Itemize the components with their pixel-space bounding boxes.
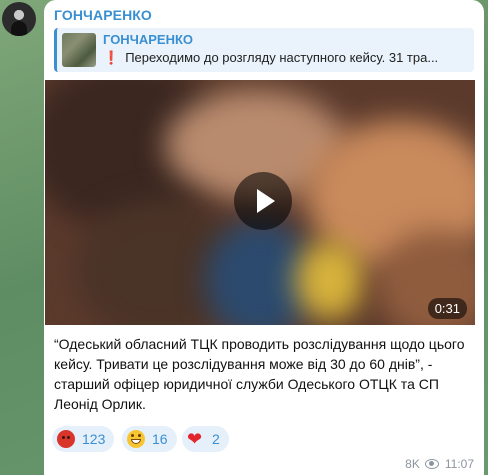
exclamation-icon: ❗ [103,50,120,65]
reaction-count: 2 [212,431,220,447]
reply-quote[interactable]: ГОНЧАРЕНКО ❗ Переходимо до розгляду насту… [54,28,474,72]
sender-name[interactable]: ГОНЧАРЕНКО [54,7,152,23]
message-bubble: ГОНЧАРЕНКО ГОНЧАРЕНКО ❗ Переходимо до роз… [44,0,484,475]
reaction-count: 123 [82,431,106,447]
play-icon[interactable] [234,172,292,230]
video-frame [295,240,365,320]
eye-icon [424,459,439,469]
video-player[interactable]: 0:31 [45,80,475,325]
chat-background: ГОНЧАРЕНКО ГОНЧАРЕНКО ❗ Переходимо до роз… [0,0,488,475]
view-count: 8K [405,457,420,471]
reply-preview-text: Переходимо до розгляду наступного кейсу.… [125,50,439,65]
channel-avatar[interactable] [2,2,36,36]
reaction-count: 16 [152,431,168,447]
reaction-grinning[interactable]: 16 [122,426,177,452]
angry-face-icon [57,430,75,448]
reply-thumbnail [62,33,96,67]
reaction-heart[interactable]: 2 [182,426,229,452]
red-heart-icon [187,429,205,449]
reply-title: ГОНЧАРЕНКО [103,32,193,47]
message-text: “Одеський обласний ТЦК проводить розслід… [54,336,465,412]
video-duration: 0:31 [427,298,467,319]
grinning-face-icon [127,430,145,448]
reply-preview: ❗ Переходимо до розгляду наступного кейсу… [103,50,473,66]
reaction-angry[interactable]: 123 [52,426,115,452]
message-meta: 8K 11:07 [405,457,474,471]
message-time: 11:07 [444,457,474,471]
